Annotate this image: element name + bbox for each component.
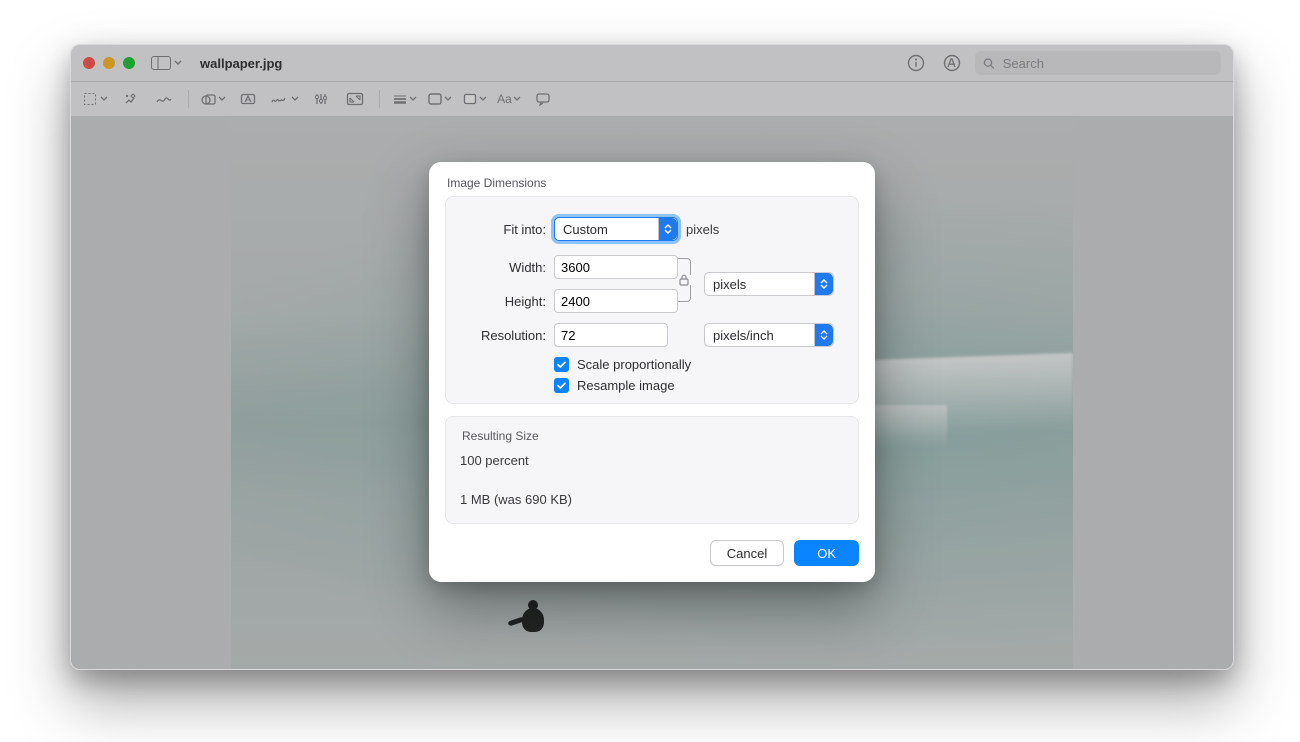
fit-into-label: Fit into: (458, 222, 546, 237)
height-label: Height: (458, 294, 546, 309)
image-dimensions-section: Fit into: Custom pixels Width: (445, 196, 859, 404)
cancel-button[interactable]: Cancel (710, 540, 784, 566)
resolution-input[interactable] (554, 323, 668, 347)
fit-into-select[interactable]: Custom (554, 217, 678, 241)
select-stepper-icon (814, 273, 833, 295)
resolution-label: Resolution: (458, 328, 546, 343)
resulting-size-heading: Resulting Size (462, 429, 844, 443)
select-stepper-icon (658, 218, 677, 240)
resulting-filesize: 1 MB (was 690 KB) (460, 492, 844, 507)
checkbox-checked-icon (554, 357, 569, 372)
resample-image-checkbox[interactable]: Resample image (554, 378, 846, 393)
adjust-size-dialog: Image Dimensions Fit into: Custom pixels… (429, 162, 875, 582)
scale-proportionally-checkbox[interactable]: Scale proportionally (554, 357, 846, 372)
preview-window: wallpaper.jpg (70, 44, 1234, 670)
resulting-percent: 100 percent (460, 453, 844, 468)
checkbox-checked-icon (554, 378, 569, 393)
size-unit-select[interactable]: pixels (704, 272, 834, 296)
scale-proportionally-label: Scale proportionally (577, 357, 691, 372)
select-stepper-icon (814, 324, 833, 346)
fit-into-suffix: pixels (686, 222, 719, 237)
resulting-size-section: Resulting Size 100 percent 1 MB (was 690… (445, 416, 859, 524)
height-input[interactable] (554, 289, 678, 313)
resolution-unit-value: pixels/inch (713, 328, 774, 343)
image-dimensions-heading: Image Dimensions (447, 176, 859, 190)
aspect-lock[interactable] (678, 258, 691, 310)
width-label: Width: (458, 260, 546, 275)
resample-image-label: Resample image (577, 378, 675, 393)
width-input[interactable] (554, 255, 678, 279)
ok-button[interactable]: OK (794, 540, 859, 566)
resolution-unit-select[interactable]: pixels/inch (704, 323, 834, 347)
fit-into-value: Custom (563, 222, 608, 237)
size-unit-value: pixels (713, 277, 746, 292)
